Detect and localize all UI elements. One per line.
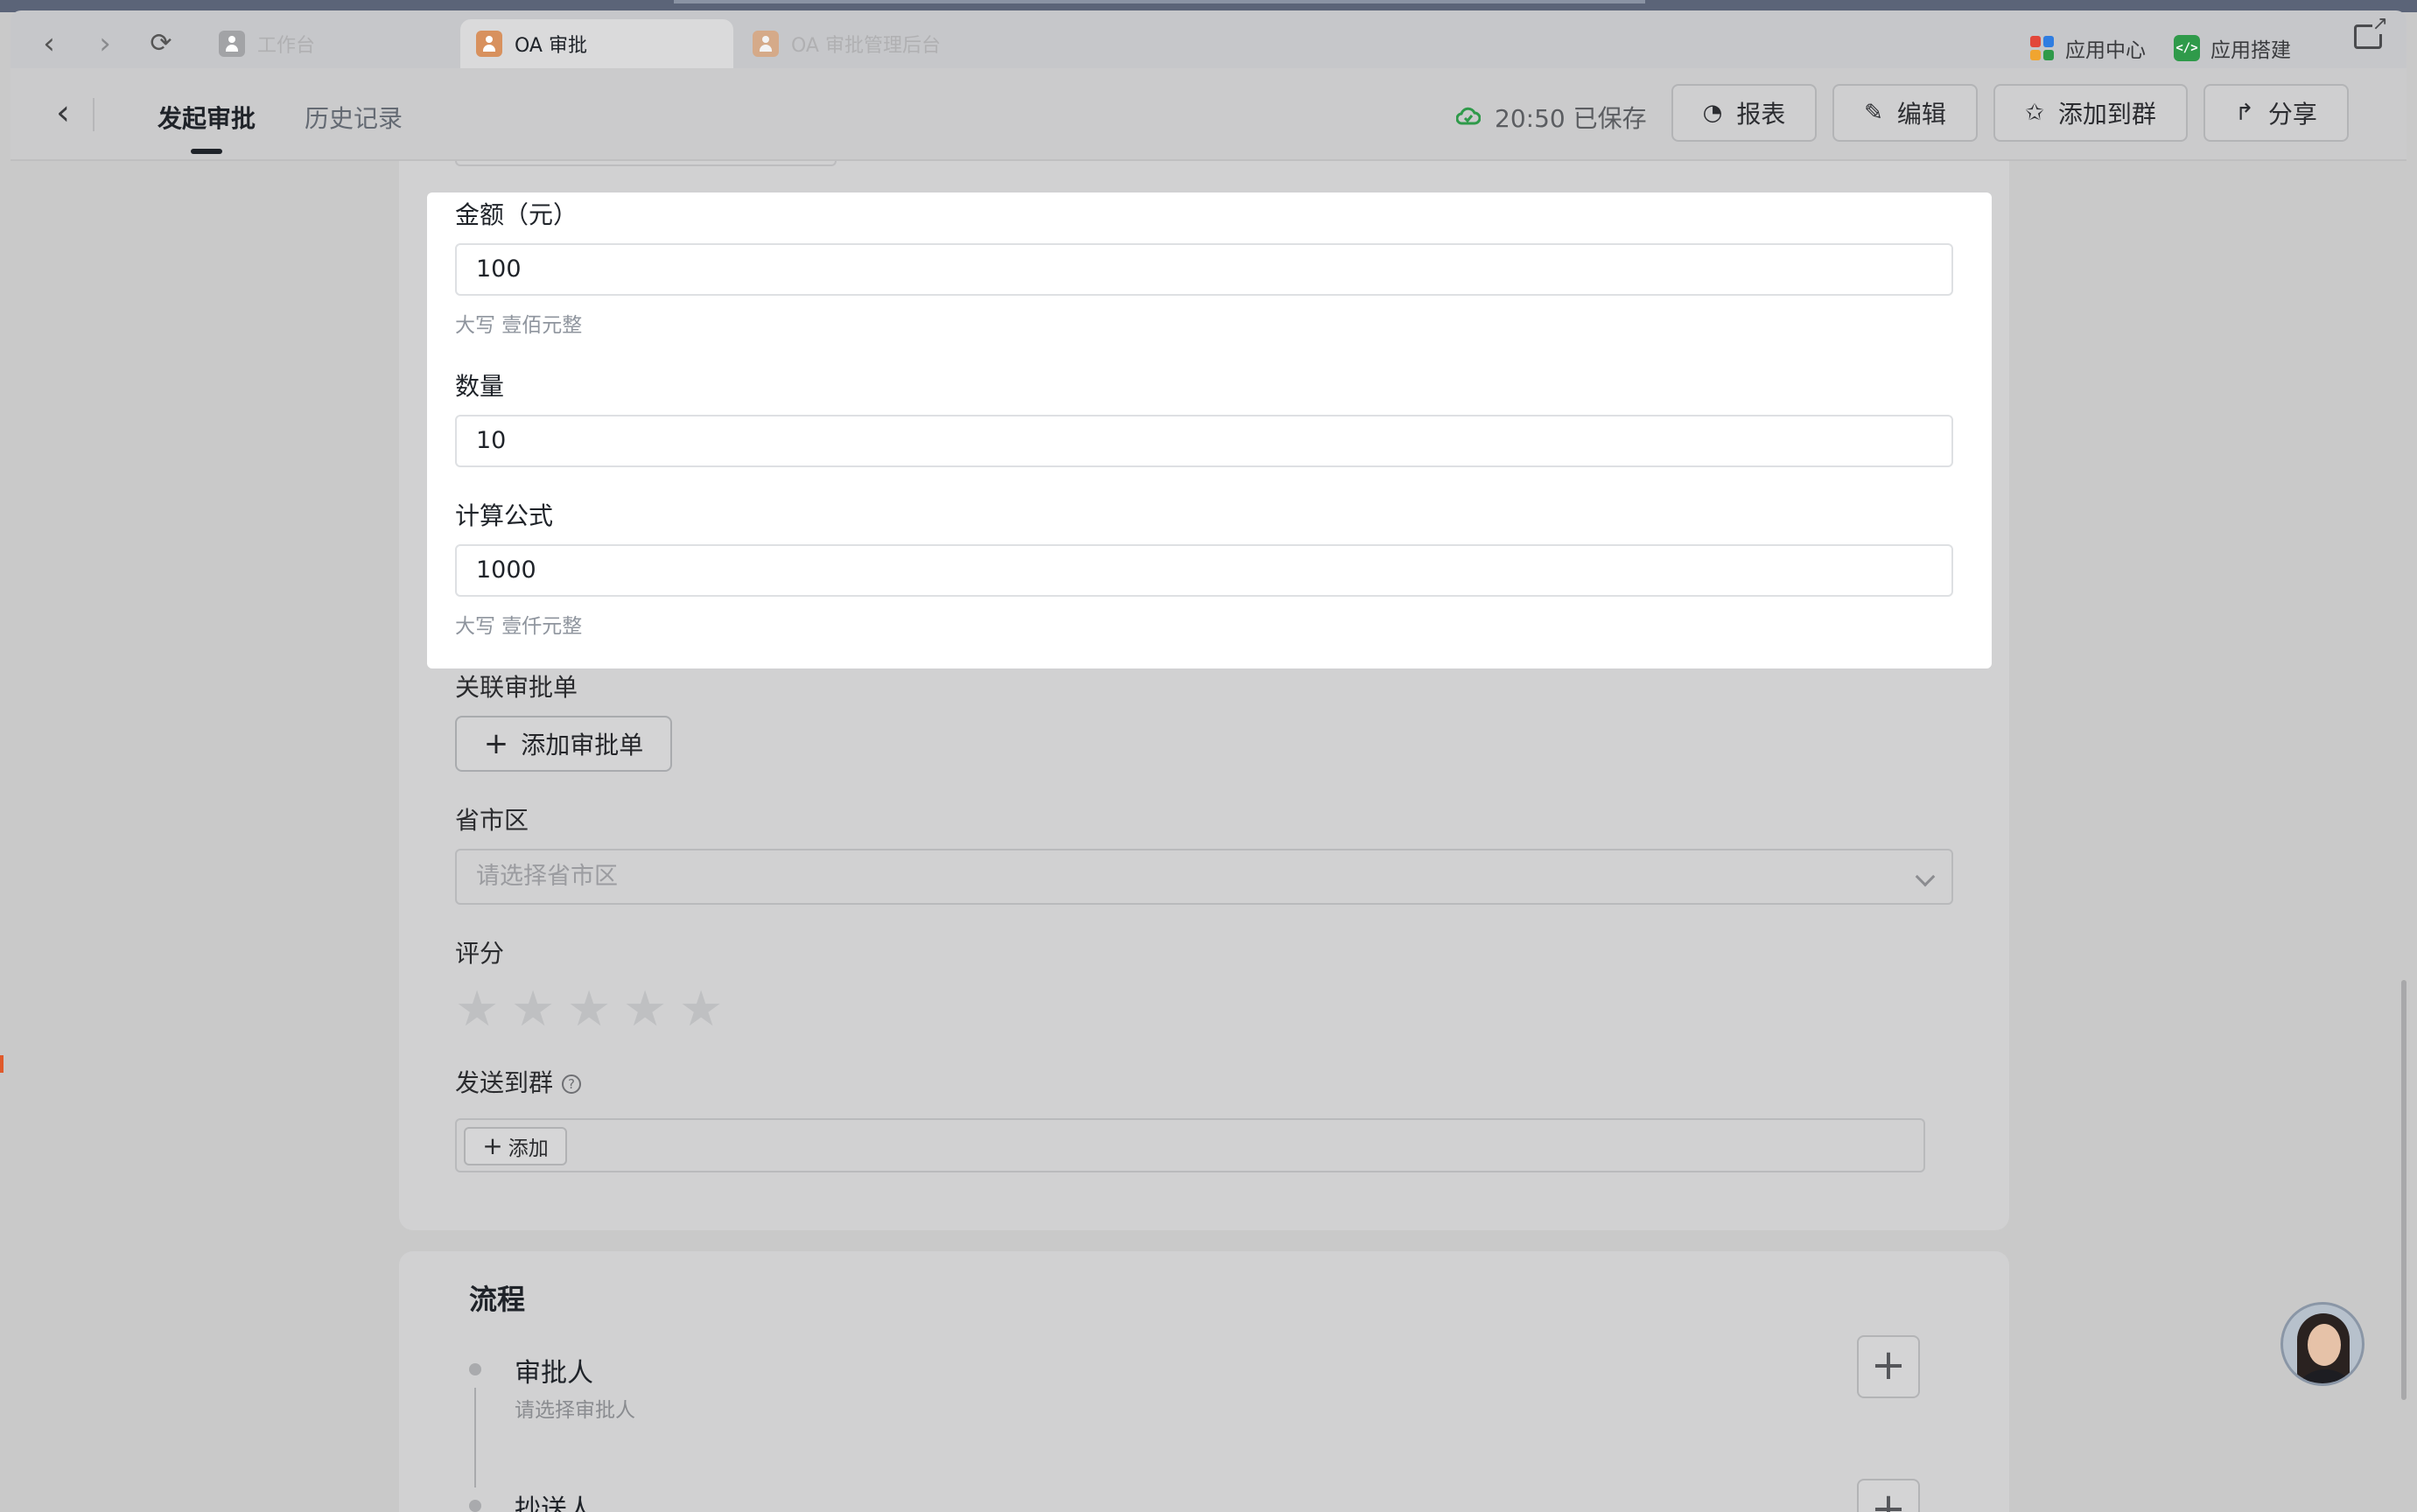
- approver-step-hint: 请选择审批人: [515, 1399, 635, 1422]
- add-to-group-button[interactable]: ✩ 添加到群: [1993, 84, 2188, 142]
- star-icon[interactable]: ★: [455, 982, 504, 1038]
- open-external-icon[interactable]: [2354, 15, 2388, 49]
- share-icon: ↱: [2235, 100, 2254, 126]
- edit-label: 编辑: [1896, 100, 1946, 129]
- scrollbar[interactable]: [2401, 980, 2406, 1400]
- cloud-saved-icon: [1456, 107, 1481, 126]
- formula-uppercase-hint: 大写 壹仟元整: [455, 615, 583, 638]
- star-icon[interactable]: ★: [567, 982, 616, 1038]
- add-group-button[interactable]: + 添加: [464, 1127, 567, 1166]
- approver-step-name: 审批人: [515, 1358, 593, 1389]
- quantity-label: 数量: [455, 372, 505, 401]
- app-center-label: 应用中心: [2065, 39, 2146, 62]
- back-icon[interactable]: ‹: [46, 95, 81, 133]
- chevron-down-icon: [1915, 866, 1936, 887]
- tab-start-approval[interactable]: 发起审批: [158, 100, 256, 154]
- tab-history[interactable]: 历史记录: [305, 100, 403, 135]
- tab-oa-admin[interactable]: OA 审批管理后台: [737, 19, 1052, 68]
- app-builder-link[interactable]: </> 应用搭建: [2174, 33, 2291, 63]
- pin-icon: ✩: [2025, 100, 2044, 126]
- formula-label: 计算公式: [455, 501, 554, 530]
- report-button[interactable]: ◔ 报表: [1671, 84, 1817, 142]
- help-icon[interactable]: ?: [562, 1074, 582, 1094]
- refresh-icon[interactable]: ⟳: [144, 26, 179, 61]
- rating-stars[interactable]: ★ ★ ★ ★ ★: [455, 982, 735, 1038]
- forward-arrow-icon[interactable]: ›: [88, 26, 123, 61]
- flow-step-dot: [469, 1363, 481, 1376]
- star-icon[interactable]: ★: [623, 982, 672, 1038]
- add-group-label: 添加: [508, 1138, 549, 1160]
- back-arrow-icon[interactable]: ‹: [32, 26, 67, 61]
- formula-input: 1000: [455, 544, 1953, 597]
- cc-step-name: 抄送人: [515, 1494, 593, 1512]
- app-center-link[interactable]: 应用中心: [2030, 33, 2146, 63]
- add-approval-label: 添加审批单: [521, 731, 644, 760]
- share-label: 分享: [2267, 100, 2317, 129]
- browser-tab-bar: ‹ › ⟳ 工作台 OA 审批 OA 审批管理后台 应用中心 </> 应用搭建: [11, 10, 2406, 68]
- send-to-group-field[interactable]: + 添加: [455, 1118, 1925, 1172]
- tab-oa-approval[interactable]: OA 审批: [460, 19, 733, 68]
- tab-label: OA 审批管理后台: [791, 35, 941, 57]
- send-to-group-label-wrap: 发送到群?: [455, 1064, 582, 1099]
- input-remnant: [455, 161, 837, 166]
- quantity-input[interactable]: 10: [455, 415, 1953, 467]
- assistant-avatar[interactable]: [2280, 1302, 2364, 1386]
- related-approval-label: 关联审批单: [455, 673, 578, 702]
- add-approval-button[interactable]: + 添加审批单: [455, 716, 672, 772]
- save-status: 20:50 已保存: [1456, 100, 1647, 135]
- flow-step-dot: [469, 1500, 481, 1512]
- share-button[interactable]: ↱ 分享: [2203, 84, 2349, 142]
- amount-uppercase-hint: 大写 壹佰元整: [455, 314, 583, 337]
- send-to-group-label: 发送到群: [455, 1068, 554, 1097]
- star-icon[interactable]: ★: [679, 982, 728, 1038]
- amount-label: 金额（元）: [455, 200, 578, 229]
- app-builder-label: 应用搭建: [2210, 39, 2291, 62]
- report-label: 报表: [1736, 100, 1786, 129]
- add-approver-button[interactable]: +: [1857, 1335, 1920, 1398]
- save-status-text: 20:50 已保存: [1495, 104, 1647, 133]
- oa-admin-icon: [753, 31, 779, 57]
- region-placeholder: 请选择省市区: [476, 863, 618, 890]
- oa-approval-icon: [476, 31, 502, 57]
- tab-workbench[interactable]: 工作台: [203, 19, 457, 68]
- plus-icon: +: [482, 1131, 503, 1160]
- flow-title: 流程: [469, 1283, 526, 1316]
- workbench-icon: [219, 31, 245, 57]
- star-icon[interactable]: ★: [511, 982, 560, 1038]
- chart-icon: ◔: [1702, 100, 1723, 126]
- amount-input[interactable]: 100: [455, 243, 1953, 296]
- plus-icon: +: [483, 726, 509, 761]
- divider: [93, 98, 95, 131]
- app-center-icon: [2030, 36, 2055, 60]
- flow-card: [399, 1251, 2009, 1512]
- flow-connector: [474, 1388, 476, 1488]
- tab-label: 工作台: [257, 35, 316, 57]
- add-cc-button[interactable]: +: [1857, 1479, 1920, 1512]
- region-label: 省市区: [455, 806, 529, 835]
- edit-button[interactable]: ✎ 编辑: [1832, 84, 1978, 142]
- pencil-icon: ✎: [1864, 100, 1883, 126]
- app-header: ‹ 发起审批 历史记录 20:50 已保存 ◔ 报表 ✎ 编辑 ✩ 添加到群 ↱…: [11, 68, 2406, 161]
- region-select[interactable]: 请选择省市区: [455, 849, 1953, 905]
- rating-label: 评分: [455, 939, 505, 968]
- code-icon: </>: [2174, 35, 2200, 61]
- edge-marker: [0, 1055, 4, 1073]
- add-to-group-label: 添加到群: [2057, 100, 2156, 129]
- tab-label: OA 审批: [515, 35, 587, 57]
